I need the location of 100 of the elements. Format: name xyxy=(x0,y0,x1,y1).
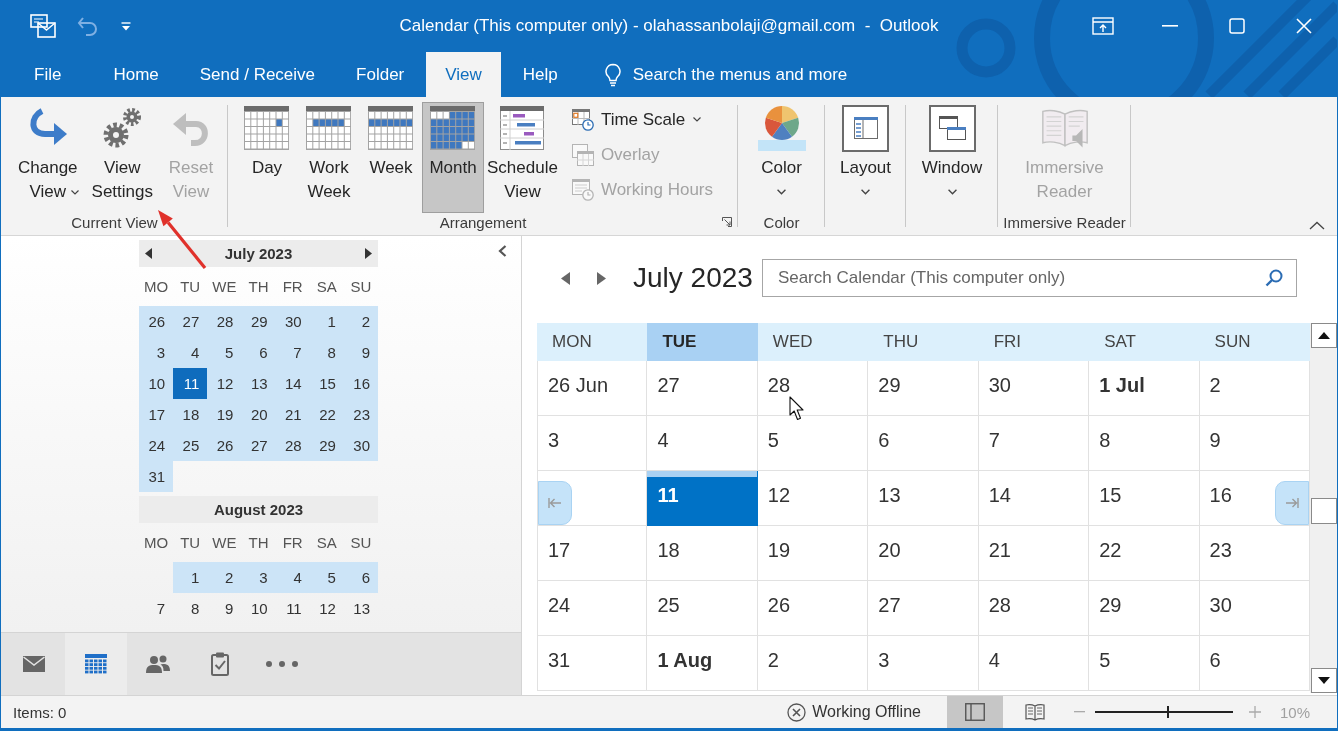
dialog-launcher-icon[interactable] xyxy=(722,217,732,227)
calendar-date[interactable]: 15 xyxy=(309,368,344,399)
calendar-date[interactable]: 7 xyxy=(139,593,174,624)
calendar-date[interactable]: 8 xyxy=(173,593,208,624)
day-cell[interactable]: 2 xyxy=(757,636,869,691)
calendar-date[interactable]: 11 xyxy=(173,368,208,399)
calendar-date[interactable]: 29 xyxy=(241,306,276,337)
day-cell[interactable]: 1 Aug xyxy=(647,636,758,691)
ribbon-button[interactable]: Day xyxy=(236,102,298,213)
view-button[interactable] xyxy=(946,696,1003,728)
calendar-date[interactable]: 4 xyxy=(173,337,208,368)
ribbon-tab[interactable]: Home xyxy=(94,52,178,97)
calendar-date[interactable]: 16 xyxy=(343,368,378,399)
day-cell[interactable]: 12 xyxy=(757,471,869,526)
calendar-date[interactable]: 10 xyxy=(139,368,174,399)
day-cell[interactable]: 18 xyxy=(647,526,758,581)
day-cell[interactable]: 3 xyxy=(868,636,979,691)
calendar-date[interactable]: 14 xyxy=(275,368,310,399)
calendar-date[interactable]: 18 xyxy=(173,399,208,430)
calendar-date[interactable]: 27 xyxy=(173,306,208,337)
calendar-date[interactable]: 23 xyxy=(343,399,378,430)
search-field[interactable]: Search the menus and more xyxy=(632,64,873,85)
next-appointment-button[interactable] xyxy=(1275,481,1309,525)
calendar-date[interactable]: 26 xyxy=(139,306,174,337)
day-cell[interactable]: 3 xyxy=(537,416,648,471)
day-cell[interactable]: 27 xyxy=(647,361,758,416)
day-cell[interactable]: 1 Jul xyxy=(1089,361,1200,416)
calendar-date[interactable]: 5 xyxy=(207,337,242,368)
calendar-date[interactable]: 21 xyxy=(275,399,310,430)
ribbon-button[interactable]: Week xyxy=(360,102,422,213)
ribbon-button[interactable]: Layout xyxy=(832,102,898,213)
day-cell[interactable]: 19 xyxy=(757,526,869,581)
calendar-date[interactable]: 3 xyxy=(241,562,276,593)
calendar-date[interactable]: 30 xyxy=(343,430,378,461)
ribbon-tab[interactable]: View xyxy=(426,52,501,97)
ribbon-button[interactable]: Schedule View xyxy=(484,102,561,213)
calendar-date[interactable]: 17 xyxy=(139,399,174,430)
search-icon[interactable] xyxy=(1264,269,1283,287)
calendar-date[interactable]: 28 xyxy=(207,306,242,337)
day-cell[interactable]: 11 xyxy=(647,471,758,526)
day-cell[interactable]: 13 xyxy=(868,471,979,526)
ribbon-button[interactable]: Window xyxy=(914,102,990,213)
chevron-up-icon[interactable] xyxy=(1309,221,1325,230)
day-cell[interactable]: 8 xyxy=(1089,416,1200,471)
customize-menu-icon[interactable] xyxy=(121,21,131,31)
calendar-date[interactable]: 24 xyxy=(139,430,174,461)
day-cell[interactable]: 29 xyxy=(868,361,979,416)
day-cell[interactable]: 26 xyxy=(757,581,869,636)
calendar-date[interactable]: 13 xyxy=(343,593,378,624)
ribbon-button[interactable]: Time Scale xyxy=(566,102,718,137)
day-cell[interactable]: 15 xyxy=(1089,471,1200,526)
scroll-down-button[interactable] xyxy=(1311,668,1337,693)
day-cell[interactable]: 20 xyxy=(868,526,979,581)
zoom-thumb[interactable] xyxy=(1167,706,1170,718)
triangle-right-icon[interactable] xyxy=(597,271,606,285)
day-cell[interactable]: 27 xyxy=(868,581,979,636)
calendar-date[interactable]: 12 xyxy=(309,593,344,624)
day-cell[interactable]: 4 xyxy=(978,636,1090,691)
ribbon-tab[interactable]: Help xyxy=(503,52,577,97)
calendar-date[interactable]: 6 xyxy=(241,337,276,368)
search-field[interactable]: Search Calendar (This computer only) xyxy=(761,259,1297,297)
triangle-left-icon[interactable] xyxy=(145,248,152,259)
calendar-date[interactable]: 3 xyxy=(139,337,174,368)
ribbon-tab[interactable]: Folder xyxy=(337,52,424,97)
scroll-up-button[interactable] xyxy=(1311,323,1337,348)
day-cell[interactable]: 30 xyxy=(978,361,1090,416)
ribbon-tab[interactable]: File xyxy=(15,52,81,97)
day-cell[interactable] xyxy=(537,471,648,526)
triangle-right-icon[interactable] xyxy=(365,248,372,259)
calendar-date[interactable]: 4 xyxy=(275,562,310,593)
previous-appointment-button[interactable] xyxy=(538,481,572,525)
calendar-date[interactable]: 25 xyxy=(173,430,208,461)
calendar-date[interactable]: 9 xyxy=(343,337,378,368)
calendar-date[interactable]: 8 xyxy=(309,337,344,368)
day-cell[interactable]: 21 xyxy=(978,526,1090,581)
calendar-date[interactable]: 9 xyxy=(207,593,242,624)
day-cell[interactable]: 25 xyxy=(647,581,758,636)
calendar-date[interactable]: 10 xyxy=(241,593,276,624)
ribbon-button[interactable]: Month xyxy=(422,102,484,213)
ribbon-button[interactable]: Change View xyxy=(11,102,85,213)
ribbon-button[interactable]: Color xyxy=(750,102,813,213)
day-cell[interactable]: 29 xyxy=(1089,581,1200,636)
chevron-left-icon[interactable] xyxy=(498,245,507,257)
day-cell[interactable]: 22 xyxy=(1089,526,1200,581)
calendar-date[interactable]: 31 xyxy=(139,461,174,492)
calendar-date[interactable]: 30 xyxy=(275,306,310,337)
day-cell[interactable]: 16 xyxy=(1199,471,1310,526)
calendar-date[interactable]: 28 xyxy=(275,430,310,461)
calendar-date[interactable]: 7 xyxy=(275,337,310,368)
calendar-date[interactable]: 5 xyxy=(309,562,344,593)
day-cell[interactable]: 7 xyxy=(978,416,1090,471)
calendar-date[interactable]: 19 xyxy=(207,399,242,430)
calendar-date[interactable]: 29 xyxy=(309,430,344,461)
calendar-date[interactable]: 13 xyxy=(241,368,276,399)
scroll-thumb[interactable] xyxy=(1311,498,1337,524)
calendar-date[interactable]: 1 xyxy=(173,562,208,593)
ribbon-button[interactable]: Work Week xyxy=(298,102,360,213)
calendar-date[interactable]: 22 xyxy=(309,399,344,430)
calendar-date[interactable]: 6 xyxy=(343,562,378,593)
calendar-date[interactable]: 1 xyxy=(309,306,344,337)
